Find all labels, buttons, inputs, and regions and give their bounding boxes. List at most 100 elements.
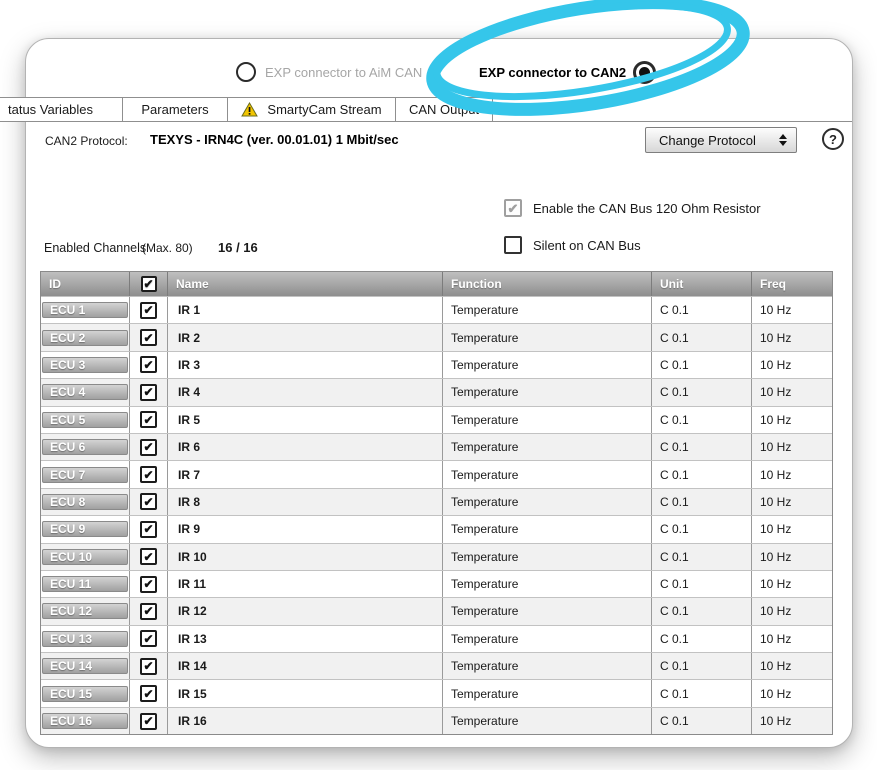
row-checkbox[interactable] [140,521,157,538]
row-function: Temperature [443,516,652,542]
row-id-badge[interactable]: ECU 15 [42,686,128,702]
row-name: IR 8 [168,489,443,515]
row-name: IR 14 [168,653,443,679]
radio-circle-icon[interactable] [633,61,656,84]
row-id-badge[interactable]: ECU 9 [42,521,128,537]
row-checkbox[interactable] [140,548,157,565]
radio-exp-can2-label: EXP connector to CAN2 [479,65,626,80]
row-name: IR 4 [168,379,443,405]
resistor-checkbox[interactable] [504,199,522,217]
help-button[interactable]: ? [822,128,844,150]
row-id-cell: ECU 9 [41,516,130,542]
row-checkbox[interactable] [140,658,157,675]
row-checkbox[interactable] [140,630,157,647]
can2-protocol-value: TEXYS - IRN4C (ver. 00.01.01) 1 Mbit/sec [150,132,399,147]
row-name: IR 12 [168,598,443,624]
change-protocol-label: Change Protocol [659,133,756,148]
row-freq: 10 Hz [752,571,832,597]
row-id-badge[interactable]: ECU 13 [42,631,128,647]
row-unit: C 0.1 [652,571,752,597]
row-checkbox[interactable] [140,713,157,730]
header-freq: Freq [752,272,832,296]
tab-parameters[interactable]: Parameters [123,98,228,121]
row-function: Temperature [443,461,652,487]
row-id-cell: ECU 16 [41,708,130,734]
row-checkbox[interactable] [140,493,157,510]
row-id-badge[interactable]: ECU 16 [42,713,128,729]
row-checkbox[interactable] [140,466,157,483]
radio-exp-aim-can[interactable]: EXP connector to AiM CAN [236,62,422,82]
table-row: ECU 14IR 14TemperatureC 0.110 Hz [41,652,832,679]
row-checkbox[interactable] [140,685,157,702]
row-id-badge[interactable]: ECU 2 [42,330,128,346]
row-checkbox[interactable] [140,384,157,401]
row-freq: 10 Hz [752,516,832,542]
row-checkbox-cell [130,324,168,350]
tab-label: SmartyCam Stream [267,102,381,117]
row-unit: C 0.1 [652,653,752,679]
row-id-cell: ECU 10 [41,544,130,570]
row-id-badge[interactable]: ECU 6 [42,439,128,455]
row-id-badge[interactable]: ECU 3 [42,357,128,373]
row-name: IR 7 [168,461,443,487]
row-checkbox-cell [130,352,168,378]
row-id-badge[interactable]: ECU 7 [42,467,128,483]
can2-protocol-label: CAN2 Protocol: [45,134,128,148]
tab-label: Parameters [141,102,208,117]
row-checkbox[interactable] [140,329,157,346]
row-id-badge[interactable]: ECU 5 [42,412,128,428]
radio-circle-icon[interactable] [236,62,256,82]
row-checkbox[interactable] [140,411,157,428]
row-unit: C 0.1 [652,626,752,652]
row-function: Temperature [443,379,652,405]
row-id-badge[interactable]: ECU 8 [42,494,128,510]
enabled-channels-label: Enabled Channels [44,241,146,255]
row-checkbox[interactable] [140,439,157,456]
row-id-badge[interactable]: ECU 10 [42,549,128,565]
row-checkbox[interactable] [140,302,157,319]
row-checkbox-cell [130,461,168,487]
row-checkbox-cell [130,653,168,679]
table-row: ECU 16IR 16TemperatureC 0.110 Hz [41,707,832,734]
row-function: Temperature [443,489,652,515]
row-checkbox-cell [130,489,168,515]
row-checkbox-cell [130,407,168,433]
select-all-checkbox[interactable] [141,276,157,292]
row-id-badge[interactable]: ECU 1 [42,302,128,318]
row-function: Temperature [443,680,652,706]
row-id-badge[interactable]: ECU 12 [42,603,128,619]
row-checkbox[interactable] [140,576,157,593]
row-id-cell: ECU 12 [41,598,130,624]
table-row: ECU 6IR 6TemperatureC 0.110 Hz [41,433,832,460]
updown-spinner-icon [779,134,787,146]
change-protocol-button[interactable]: Change Protocol [645,127,797,153]
row-id-badge[interactable]: ECU 11 [42,576,128,592]
row-checkbox[interactable] [140,603,157,620]
table-row: ECU 7IR 7TemperatureC 0.110 Hz [41,460,832,487]
row-checkbox[interactable] [140,356,157,373]
row-id-badge[interactable]: ECU 14 [42,658,128,674]
option-120ohm-resistor: Enable the CAN Bus 120 Ohm Resistor [504,199,761,217]
row-function: Temperature [443,571,652,597]
row-checkbox-cell [130,598,168,624]
silent-checkbox[interactable] [504,236,522,254]
row-id-cell: ECU 4 [41,379,130,405]
row-function: Temperature [443,598,652,624]
row-id-cell: ECU 15 [41,680,130,706]
row-id-badge[interactable]: ECU 4 [42,384,128,400]
row-name: IR 3 [168,352,443,378]
row-name: IR 11 [168,571,443,597]
tab-smartycam-stream[interactable]: SmartyCam Stream [228,98,396,121]
row-checkbox-cell [130,571,168,597]
row-name: IR 15 [168,680,443,706]
row-freq: 10 Hz [752,407,832,433]
row-freq: 10 Hz [752,680,832,706]
tab-can-output[interactable]: CAN Output [396,98,493,121]
radio-exp-can2[interactable]: EXP connector to CAN2 [479,61,656,84]
row-unit: C 0.1 [652,489,752,515]
header-id: ID [41,272,130,296]
row-unit: C 0.1 [652,461,752,487]
row-freq: 10 Hz [752,489,832,515]
row-freq: 10 Hz [752,379,832,405]
tab-status-variables[interactable]: tatus Variables [0,98,123,121]
